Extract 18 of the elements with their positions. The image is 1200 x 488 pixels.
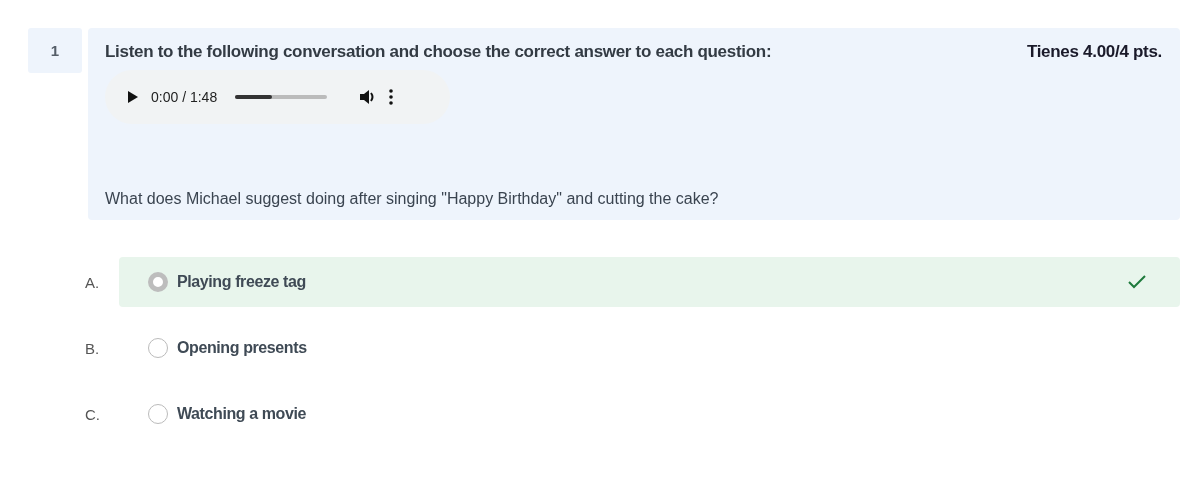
- play-icon[interactable]: [127, 90, 139, 104]
- option-letter: B.: [85, 339, 101, 357]
- question-instruction: Listen to the following conversation and choose the correct answer to each question:: [105, 42, 772, 62]
- option-letter: A.: [85, 273, 101, 291]
- option-text: Watching a movie: [177, 405, 307, 423]
- question-prompt: What does Michael suggest doing after singing "Happy Birthday" and cutting the cake?: [105, 190, 720, 208]
- option-text: Opening presents: [177, 339, 307, 357]
- checkmark-icon: [1128, 275, 1146, 289]
- audio-progress-track[interactable]: [235, 95, 328, 99]
- question-number: 1: [28, 28, 82, 73]
- option-letter: C.: [85, 405, 101, 423]
- radio-button[interactable]: [148, 404, 168, 424]
- radio-button[interactable]: [148, 338, 168, 358]
- radio-button[interactable]: [148, 272, 168, 292]
- audio-time: 0:00 / 1:48: [151, 89, 218, 105]
- more-options-icon[interactable]: [389, 89, 394, 105]
- score-text: Tienes 4.00/4 pts.: [1026, 42, 1162, 62]
- option-text: Playing freeze tag: [177, 273, 306, 291]
